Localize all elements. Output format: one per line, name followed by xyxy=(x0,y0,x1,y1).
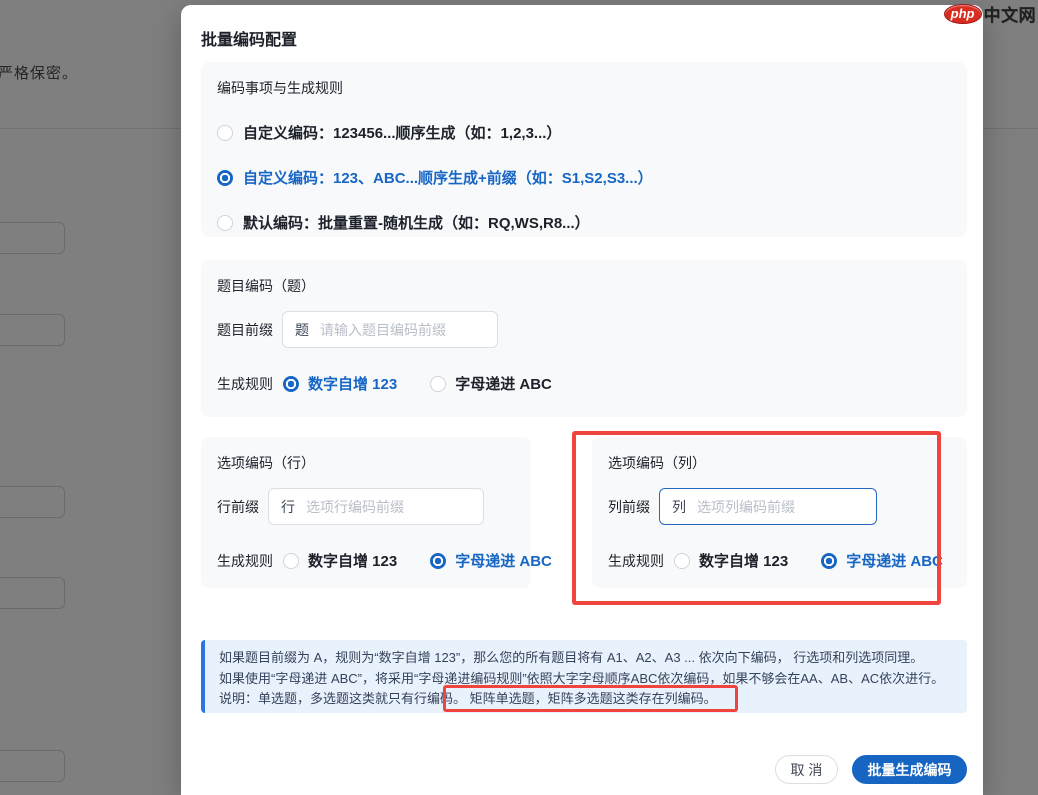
question-prefix-input[interactable] xyxy=(320,322,485,338)
rule-option-default-random[interactable]: 默认编码：批量重置-随机生成（如：RQ,WS,R8...） xyxy=(217,212,951,233)
row-rule-number[interactable]: 数字自增 123 xyxy=(283,550,397,571)
row-prefix-input[interactable] xyxy=(306,499,471,515)
generation-rule-label: 生成规则 xyxy=(217,551,273,571)
info-line: 如果题目前缀为 A，规则为“数字自增 123”，那么您的所有题目将有 A1、A2… xyxy=(219,648,967,669)
rule-option-custom-sequential[interactable]: 自定义编码：123456...顺序生成（如：1,2,3...） xyxy=(217,122,951,143)
column-prefix-input-group: 列 xyxy=(659,488,877,525)
column-prefix-label: 列前缀 xyxy=(608,497,650,517)
php-logo-icon: php xyxy=(944,4,982,24)
dialog-footer: 取 消 批量生成编码 xyxy=(181,755,967,784)
section-encoding-rules: 编码事项与生成规则 自定义编码：123456...顺序生成（如：1,2,3...… xyxy=(201,62,967,237)
info-line: 如果使用“字母递进 ABC”，将采用“字母递进编码规则”依照大字字母顺序ABC依… xyxy=(219,669,967,690)
php-cn-watermark: php 中文网 xyxy=(944,1,1036,26)
rule-option-label[interactable]: 字母递进 ABC xyxy=(846,550,943,571)
section-option-column-code: 选项编码（列） 列前缀 列 生成规则 数字自增 123 字母递进 ABC xyxy=(592,437,967,588)
dialog-title: 批量编码配置 xyxy=(201,26,297,50)
question-rule-number[interactable]: 数字自增 123 xyxy=(283,373,397,394)
section-header: 编码事项与生成规则 xyxy=(217,78,951,98)
input-prefix-text: 行 xyxy=(281,497,295,517)
radio-icon[interactable] xyxy=(217,125,233,141)
radio-icon[interactable] xyxy=(430,553,446,569)
radio-icon[interactable] xyxy=(283,376,299,392)
section-header: 选项编码（列） xyxy=(608,453,951,473)
rule-option-label[interactable]: 自定义编码：123456...顺序生成（如：1,2,3...） xyxy=(243,122,561,143)
rule-option-label[interactable]: 数字自增 123 xyxy=(308,550,397,571)
radio-icon[interactable] xyxy=(217,170,233,186)
rule-option-label[interactable]: 默认编码：批量重置-随机生成（如：RQ,WS,R8...） xyxy=(243,212,590,233)
rule-option-label[interactable]: 数字自增 123 xyxy=(308,373,397,394)
info-hint-box: 如果题目前缀为 A，规则为“数字自增 123”，那么您的所有题目将有 A1、A2… xyxy=(201,640,967,713)
column-rule-letter[interactable]: 字母递进 ABC xyxy=(821,550,943,571)
rule-option-label[interactable]: 数字自增 123 xyxy=(699,550,788,571)
question-rule-letter[interactable]: 字母递进 ABC xyxy=(430,373,552,394)
rule-option-label[interactable]: 字母递进 ABC xyxy=(455,373,552,394)
radio-icon[interactable] xyxy=(217,215,233,231)
site-name-text: 中文网 xyxy=(984,1,1037,26)
input-prefix-text: 列 xyxy=(672,497,686,517)
radio-icon[interactable] xyxy=(430,376,446,392)
radio-icon[interactable] xyxy=(283,553,299,569)
rule-option-custom-prefix[interactable]: 自定义编码：123、ABC...顺序生成+前缀（如：S1,S2,S3...） xyxy=(217,167,951,188)
rule-option-label[interactable]: 自定义编码：123、ABC...顺序生成+前缀（如：S1,S2,S3...） xyxy=(243,167,653,188)
question-prefix-label: 题目前缀 xyxy=(217,320,273,340)
batch-generate-button[interactable]: 批量生成编码 xyxy=(852,755,967,784)
radio-icon[interactable] xyxy=(821,553,837,569)
column-prefix-input[interactable] xyxy=(697,499,864,515)
rule-option-label[interactable]: 字母递进 ABC xyxy=(455,550,552,571)
row-prefix-input-group: 行 xyxy=(268,488,484,525)
input-prefix-text: 题 xyxy=(295,320,309,340)
section-header: 选项编码（行） xyxy=(217,453,515,473)
column-rule-number[interactable]: 数字自增 123 xyxy=(674,550,788,571)
batch-code-config-dialog: 批量编码配置 编码事项与生成规则 自定义编码：123456...顺序生成（如：1… xyxy=(181,5,983,795)
generation-rule-label: 生成规则 xyxy=(217,374,273,394)
cancel-button[interactable]: 取 消 xyxy=(775,755,838,784)
section-option-row-code: 选项编码（行） 行前缀 行 生成规则 数字自增 123 字母递进 ABC xyxy=(201,437,531,588)
generation-rule-label: 生成规则 xyxy=(608,551,664,571)
row-prefix-label: 行前缀 xyxy=(217,497,259,517)
info-line: 说明：单选题，多选题这类就只有行编码。 矩阵单选题，矩阵多选题这类存在列编码。 xyxy=(219,689,967,710)
screen: 严格保密。 批量编码配置 编码事项与生成规则 自定义编码：123456...顺序… xyxy=(0,0,1038,795)
radio-icon[interactable] xyxy=(674,553,690,569)
question-prefix-input-group: 题 xyxy=(282,311,498,348)
section-header: 题目编码（题） xyxy=(217,276,951,296)
row-rule-letter[interactable]: 字母递进 ABC xyxy=(430,550,552,571)
section-question-code: 题目编码（题） 题目前缀 题 生成规则 数字自增 123 字母递进 ABC xyxy=(201,260,967,417)
